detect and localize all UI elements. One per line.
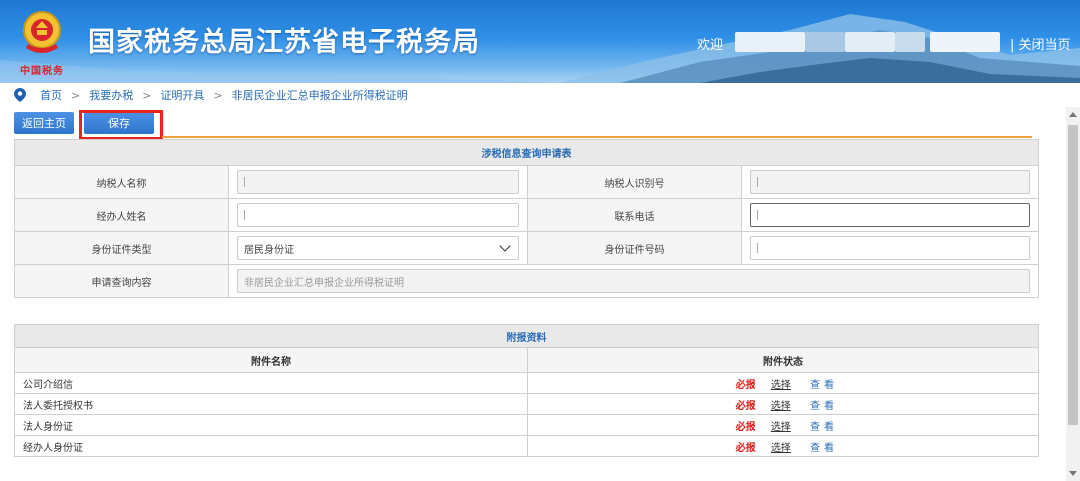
phone-field[interactable] bbox=[750, 203, 1030, 227]
application-form: 涉税信息查询申请表 纳税人名称 纳税人识别号 经办人姓名 联系电话 身份证件类型… bbox=[14, 139, 1039, 298]
id-type-value: 居民身份证 bbox=[244, 244, 294, 256]
redacted-user-name-3 bbox=[845, 32, 895, 52]
attachments-title: 附报资料 bbox=[14, 324, 1039, 348]
view-link[interactable]: 查看 bbox=[810, 443, 838, 454]
phone-label: 联系电话 bbox=[527, 198, 742, 232]
required-badge: 必报 bbox=[735, 400, 756, 412]
redacted-user-name bbox=[735, 32, 805, 52]
table-row: 经办人身份证 必报 选择 查看 bbox=[14, 435, 1039, 457]
breadcrumb-current: 非居民企业汇总申报企业所得税证明 bbox=[231, 89, 408, 102]
required-badge: 必报 bbox=[735, 442, 756, 454]
query-content-label: 申请查询内容 bbox=[14, 264, 229, 298]
emblem-text: 中国税务 bbox=[20, 66, 64, 77]
breadcrumb-tax-service[interactable]: 我要办税 bbox=[89, 87, 133, 103]
select-link[interactable]: 选择 bbox=[771, 401, 791, 412]
table-row: 公司介绍信 必报 选择 查看 bbox=[14, 372, 1039, 394]
attachment-name-header: 附件名称 bbox=[14, 347, 528, 373]
save-button-highlight bbox=[79, 110, 163, 140]
view-link[interactable]: 查看 bbox=[810, 422, 838, 433]
form-title: 涉税信息查询申请表 bbox=[14, 139, 1039, 166]
tax-emblem-icon bbox=[23, 11, 61, 53]
chevron-down-icon bbox=[499, 240, 511, 252]
breadcrumb-separator: > bbox=[71, 88, 81, 102]
attachment-name: 法人委托授权书 bbox=[14, 393, 528, 415]
id-number-field[interactable] bbox=[750, 236, 1030, 260]
taxpayer-name-label: 纳税人名称 bbox=[14, 165, 229, 199]
breadcrumb-separator: > bbox=[142, 88, 152, 102]
attachments-table: 附报资料 附件名称 附件状态 公司介绍信 必报 选择 查看 法人委托授权书 必报… bbox=[14, 324, 1039, 457]
breadcrumb: 首页 > 我要办税 > 证明开具 > 非居民企业汇总申报企业所得税证明 bbox=[0, 83, 1080, 107]
table-row: 法人委托授权书 必报 选择 查看 bbox=[14, 393, 1039, 415]
required-badge: 必报 bbox=[735, 379, 756, 391]
id-number-label: 身份证件号码 bbox=[527, 231, 742, 265]
select-link[interactable]: 选择 bbox=[771, 443, 791, 454]
taxpayer-name-field[interactable] bbox=[237, 170, 519, 194]
header-banner: 中国税务 国家税务总局江苏省电子税务局 欢迎 | 关闭当页 bbox=[0, 0, 1080, 83]
redacted-user-name-2 bbox=[805, 32, 845, 52]
taxpayer-id-field[interactable] bbox=[750, 170, 1030, 194]
taxpayer-id-label: 纳税人识别号 bbox=[527, 165, 742, 199]
select-link[interactable]: 选择 bbox=[771, 422, 791, 433]
view-link[interactable]: 查看 bbox=[810, 380, 838, 391]
select-link[interactable]: 选择 bbox=[771, 380, 791, 391]
breadcrumb-home[interactable]: 首页 bbox=[40, 87, 62, 103]
table-row: 法人身份证 必报 选择 查看 bbox=[14, 414, 1039, 436]
id-type-select[interactable]: 居民身份证 bbox=[237, 236, 519, 260]
required-badge: 必报 bbox=[735, 421, 756, 433]
redacted-user-name-4 bbox=[895, 32, 925, 52]
return-home-button[interactable]: 返回主页 bbox=[14, 112, 74, 134]
welcome-text: 欢迎 bbox=[697, 38, 724, 53]
attachment-name: 公司介绍信 bbox=[14, 372, 528, 394]
vertical-scrollbar[interactable] bbox=[1066, 107, 1080, 481]
map-pin-icon bbox=[14, 88, 26, 102]
view-link[interactable]: 查看 bbox=[810, 401, 838, 412]
query-content-value: 非居民企业汇总申报企业所得税证明 bbox=[244, 277, 404, 289]
attachment-name: 法人身份证 bbox=[14, 414, 528, 436]
breadcrumb-certificate[interactable]: 证明开具 bbox=[160, 87, 204, 103]
id-type-label: 身份证件类型 bbox=[14, 231, 229, 265]
breadcrumb-separator: > bbox=[213, 88, 223, 102]
toolbar-divider bbox=[162, 136, 1032, 138]
scroll-down-icon[interactable] bbox=[1069, 471, 1077, 476]
scrollbar-thumb[interactable] bbox=[1068, 125, 1078, 425]
attachment-status-header: 附件状态 bbox=[527, 347, 1039, 373]
redacted-user-name-5 bbox=[930, 32, 1000, 52]
close-page-link[interactable]: | 关闭当页 bbox=[1010, 34, 1071, 53]
agent-name-field[interactable] bbox=[237, 203, 519, 227]
site-title: 国家税务总局江苏省电子税务局 bbox=[88, 27, 480, 58]
attachment-name: 经办人身份证 bbox=[14, 435, 528, 457]
agent-name-label: 经办人姓名 bbox=[14, 198, 229, 232]
scroll-up-icon[interactable] bbox=[1069, 112, 1077, 117]
query-content-field[interactable]: 非居民企业汇总申报企业所得税证明 bbox=[237, 269, 1030, 293]
